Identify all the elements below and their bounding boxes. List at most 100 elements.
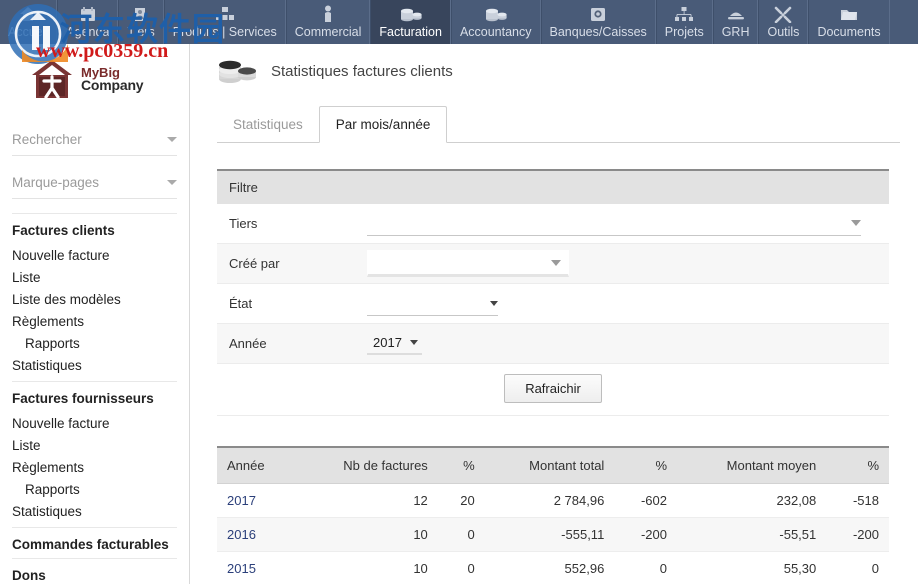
coins-icon [485, 4, 507, 24]
cell-nb-pct: 0 [438, 518, 485, 552]
sidebar-link-rapports[interactable]: Rapports [12, 332, 177, 354]
application-root: Accueil Agenda Tiers Produits | Services Com… [0, 0, 918, 584]
bookmarks-placeholder-label: Marque-pages [12, 175, 99, 190]
calendar-icon [77, 4, 99, 24]
search-dropdown[interactable]: Rechercher [12, 122, 177, 156]
filter-label-cree-par: Créé par [229, 256, 367, 271]
tiers-select[interactable] [367, 212, 861, 236]
sidebar-link-statistiques[interactable]: Statistiques [12, 354, 177, 376]
cell-moyen-pct: 0 [826, 552, 889, 584]
nav-item-tiers[interactable]: Tiers [118, 0, 163, 44]
table-row: 2015100552,96055,300 [217, 552, 889, 584]
cell-annee: 2017 [217, 484, 295, 518]
nav-item-label: Produits | Services [173, 25, 277, 43]
nav-item-documents[interactable]: Documents [808, 0, 889, 44]
filter-panel-header: Filtre [217, 171, 889, 204]
annee-value: 2017 [373, 335, 402, 350]
sidebar-link-liste[interactable]: Liste [12, 266, 177, 288]
cell-montant-moyen: 232,08 [677, 484, 826, 518]
nav-item-label: Accountancy [460, 25, 532, 43]
table-header-cell[interactable]: Montant moyen [677, 447, 826, 484]
brand-logo[interactable]: MyBig Company [0, 44, 189, 106]
tools-icon [772, 4, 794, 24]
cree-par-select[interactable] [367, 250, 569, 277]
statistics-table: AnnéeNb de factures%Montant total%Montan… [217, 446, 889, 584]
nav-item-grh[interactable]: GRH [713, 0, 759, 44]
nav-item-label: Projets [665, 25, 704, 43]
refresh-button[interactable]: Rafraichir [504, 374, 602, 403]
sidebar-link-r-glements[interactable]: Règlements [12, 310, 177, 332]
nav-item-outils[interactable]: Outils [758, 0, 808, 44]
cell-total-pct: -602 [614, 484, 677, 518]
nav-item-label: Tiers [127, 25, 154, 43]
cell-montant-moyen: -55,51 [677, 518, 826, 552]
nav-item-accountancy[interactable]: Accountancy [451, 0, 541, 44]
table-header-cell[interactable]: Nb de factures [295, 447, 437, 484]
tab-par-mois-ann-e[interactable]: Par mois/année [319, 106, 448, 143]
tab-bar: StatistiquesPar mois/année [217, 106, 900, 143]
top-navigation-bar: Accueil Agenda Tiers Produits | Services Com… [0, 0, 918, 44]
nav-item-agenda[interactable]: Agenda [57, 0, 118, 44]
year-link[interactable]: 2015 [227, 561, 256, 576]
hr-icon [725, 4, 747, 24]
table-row: 2016100-555,11-200-55,51-200 [217, 518, 889, 552]
cell-total-pct: -200 [614, 518, 677, 552]
filter-row-etat: État [217, 284, 889, 324]
chevron-down-icon [167, 137, 177, 142]
nav-item-label: Agenda [66, 25, 109, 43]
cell-nb-pct: 20 [438, 484, 485, 518]
sidebar-link-statistiques[interactable]: Statistiques [12, 500, 177, 522]
house-logo-icon [30, 58, 74, 100]
table-header-cell[interactable]: % [438, 447, 485, 484]
table-header-cell[interactable]: Année [217, 447, 295, 484]
sidebar-section-dons[interactable]: Dons [12, 559, 177, 584]
nav-item-label: Commercial [295, 25, 362, 43]
nav-item-facturation[interactable]: Facturation [370, 0, 451, 44]
sidebar-link-rapports[interactable]: Rapports [12, 478, 177, 500]
chevron-down-icon [490, 301, 498, 306]
home-icon [17, 4, 39, 24]
etat-select[interactable] [367, 292, 498, 316]
nav-item-produits-services[interactable]: Produits | Services [164, 0, 286, 44]
annee-select[interactable]: 2017 [367, 332, 422, 355]
nav-item-label: Accueil [8, 25, 48, 43]
sidebar-link-r-glements[interactable]: Règlements [12, 456, 177, 478]
sidebar-link-nouvelle-facture[interactable]: Nouvelle facture [12, 244, 177, 266]
filter-row-annee: Année 2017 [217, 324, 889, 364]
year-link[interactable]: 2017 [227, 493, 256, 508]
chevron-down-icon [851, 220, 861, 226]
tab-statistiques[interactable]: Statistiques [217, 107, 319, 142]
folder-icon [838, 4, 860, 24]
sidebar-link-liste[interactable]: Liste [12, 434, 177, 456]
nav-item-banques-caisses[interactable]: Banques/Caisses [541, 0, 656, 44]
nav-item-label: Banques/Caisses [550, 25, 647, 43]
cell-annee: 2015 [217, 552, 295, 584]
bookmarks-dropdown[interactable]: Marque-pages [12, 165, 177, 199]
nav-item-accueil[interactable]: Accueil [0, 0, 57, 44]
sidebar-link-nouvelle-facture[interactable]: Nouvelle facture [12, 412, 177, 434]
bank-icon [587, 4, 609, 24]
nav-item-commercial[interactable]: Commercial [286, 0, 371, 44]
table-body: 201712202 784,96-602232,08-5182016100-55… [217, 484, 889, 584]
sidebar-section-factures-clients[interactable]: Factures clients [12, 213, 177, 244]
filter-label-etat: État [229, 296, 367, 311]
cell-montant-moyen: 55,30 [677, 552, 826, 584]
tree-icon [673, 4, 695, 24]
table-header-cell[interactable]: % [614, 447, 677, 484]
cell-nb-factures: 12 [295, 484, 437, 518]
contacts-icon [130, 4, 152, 24]
table-header-cell[interactable]: Montant total [485, 447, 615, 484]
nav-item-label: Facturation [379, 25, 442, 43]
brand-line-2: Company [81, 79, 143, 92]
nav-item-label: Outils [767, 25, 799, 43]
cell-annee: 2016 [217, 518, 295, 552]
nav-item-projets[interactable]: Projets [656, 0, 713, 44]
year-link[interactable]: 2016 [227, 527, 256, 542]
brand-text: MyBig Company [81, 66, 143, 92]
sidebar-section-commandes-facturables[interactable]: Commandes facturables [12, 528, 177, 559]
nav-item-label: GRH [722, 25, 750, 43]
page-title: Statistiques factures clients [271, 63, 453, 80]
sidebar-section-factures-fournisseurs[interactable]: Factures fournisseurs [12, 382, 177, 412]
sidebar-link-liste-des-mod-les[interactable]: Liste des modèles [12, 288, 177, 310]
table-header-cell[interactable]: % [826, 447, 889, 484]
